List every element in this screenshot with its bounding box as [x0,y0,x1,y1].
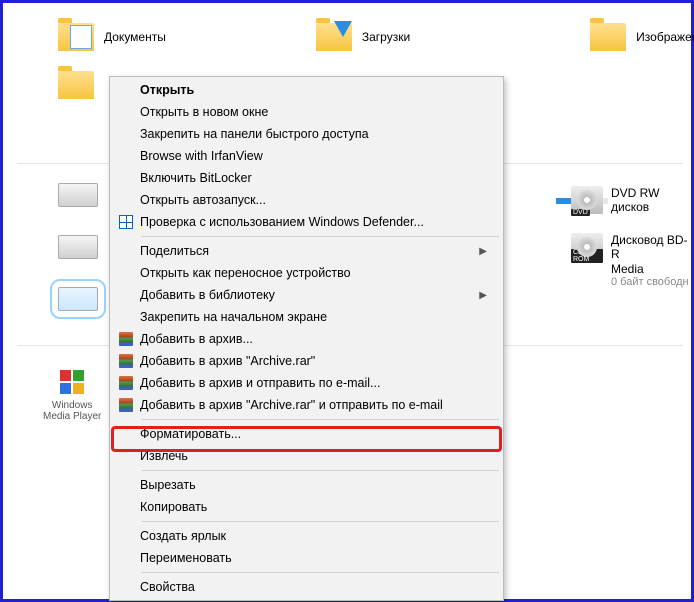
library-documents[interactable]: Документы [58,23,166,51]
drives-column [58,183,108,339]
menu-open[interactable]: Открыть [112,79,501,101]
menu-add-archive[interactable]: Добавить в архив... [112,328,501,350]
menu-add-archive-rar[interactable]: Добавить в архив "Archive.rar" [112,350,501,372]
menu-properties[interactable]: Свойства [112,576,501,598]
cdrom-icon: CD-ROM [571,233,603,261]
menu-cut[interactable]: Вырезать [112,474,501,496]
menu-portable-device[interactable]: Открыть как переносное устройство [112,262,501,284]
menu-rename[interactable]: Переименовать [112,547,501,569]
menu-create-shortcut[interactable]: Создать ярлык [112,525,501,547]
drive-label: DVD RW дисков [611,186,691,215]
menu-bitlocker[interactable]: Включить BitLocker [112,167,501,189]
library-label: Загрузки [362,30,410,44]
drive-icon[interactable] [58,183,98,207]
library-row: Документы Загрузки Изображения [3,23,691,51]
bd-drive[interactable]: CD-ROM Дисковод BD-R Media 0 байт свобод… [571,233,691,289]
library-label: Документы [104,30,166,44]
winrar-icon [119,354,133,368]
library-generic-folder[interactable] [58,71,94,99]
menu-autoplay[interactable]: Открыть автозапуск... [112,189,501,211]
drive-icon[interactable] [58,235,98,259]
winrar-icon [119,398,133,412]
menu-open-new-window[interactable]: Открыть в новом окне [112,101,501,123]
drive-label: Дисковод BD-R Media 0 байт свободн [611,233,691,289]
menu-pin-start[interactable]: Закрепить на начальном экране [112,306,501,328]
folder-icon [58,71,94,99]
documents-icon [58,23,94,51]
menu-share[interactable]: Поделиться ▶ [112,240,501,262]
menu-defender[interactable]: Проверка с использованием Windows Defend… [112,211,501,233]
separator [142,236,499,237]
defender-icon [119,215,133,229]
menu-add-library[interactable]: Добавить в библиотеку ▶ [112,284,501,306]
library-pictures[interactable]: Изображения [590,23,694,51]
separator [142,470,499,471]
menu-pin-quick-access[interactable]: Закрепить на панели быстрого доступа [112,123,501,145]
menu-archive-email[interactable]: Добавить в архив и отправить по e-mail..… [112,372,501,394]
wmp-icon [56,366,88,398]
menu-browse-irfanview[interactable]: Browse with IrfanView [112,145,501,167]
separator [142,572,499,573]
dvd-drive[interactable]: DVD DVD RW дисков [571,186,691,215]
menu-archive-rar-email[interactable]: Добавить в архив "Archive.rar" и отправи… [112,394,501,416]
library-label: Изображения [636,30,694,44]
pictures-icon [590,23,626,51]
drive-icon-selected[interactable] [58,287,98,311]
submenu-arrow-icon: ▶ [479,290,493,301]
downloads-icon [316,23,352,51]
wmp-shortcut[interactable]: Windows Media Player [43,366,101,422]
library-downloads[interactable]: Загрузки [316,23,410,51]
winrar-icon [119,376,133,390]
separator [142,419,499,420]
menu-format[interactable]: Форматировать... [112,423,501,445]
menu-eject[interactable]: Извлечь [112,445,501,467]
context-menu: Открыть Открыть в новом окне Закрепить н… [109,76,504,601]
menu-copy[interactable]: Копировать [112,496,501,518]
submenu-arrow-icon: ▶ [479,246,493,257]
winrar-icon [119,332,133,346]
separator [142,521,499,522]
optical-drives: DVD DVD RW дисков CD-ROM Дисковод BD-R M… [571,186,691,307]
dvd-icon: DVD [571,186,603,214]
